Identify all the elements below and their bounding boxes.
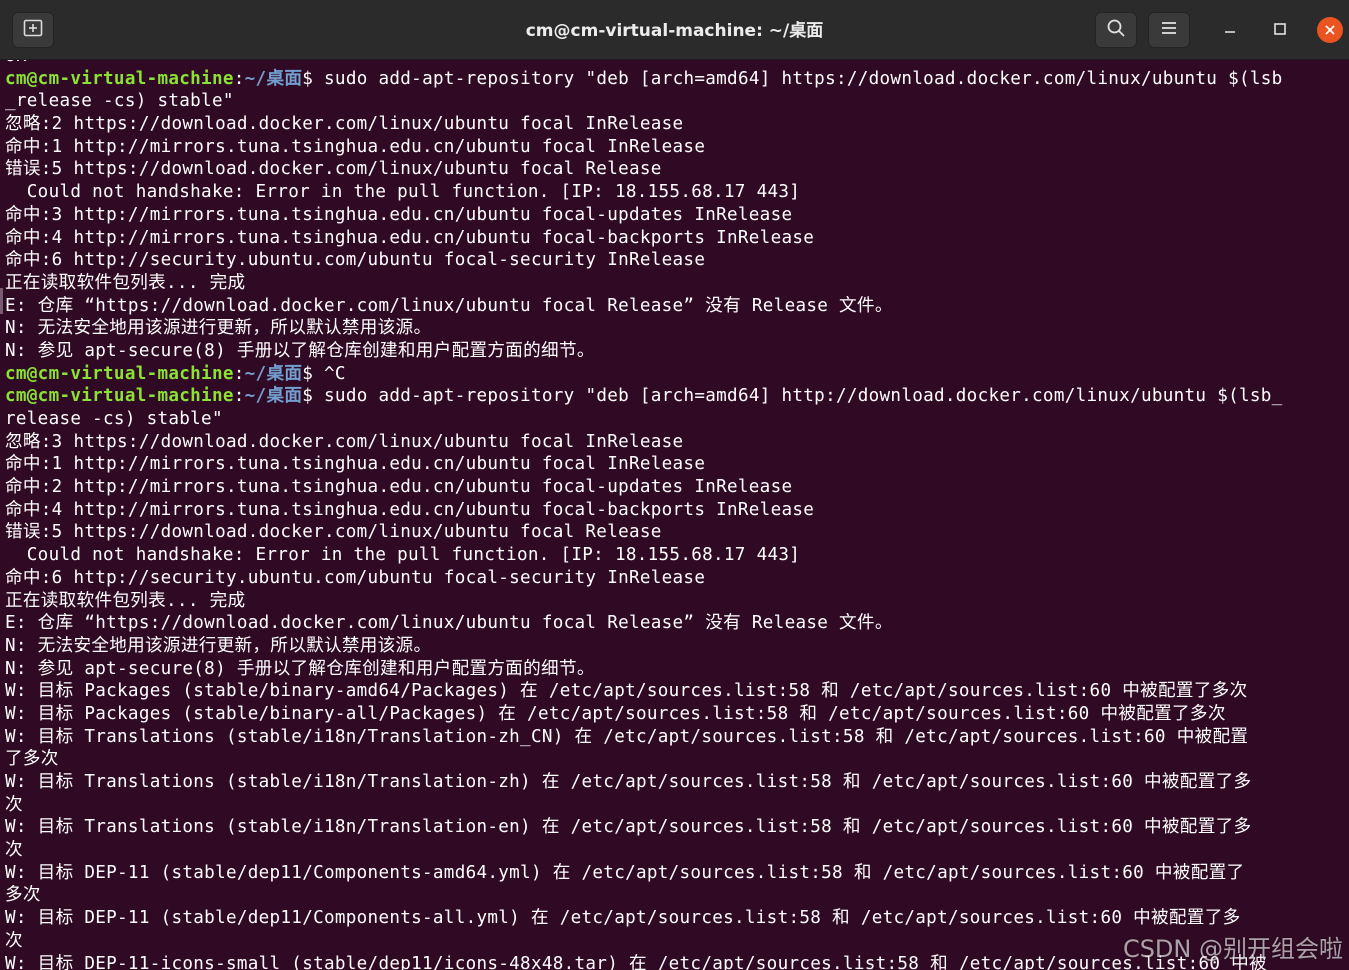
output-line: W: 目标 Translations (stable/i18n/Translat… <box>5 772 1252 792</box>
prompt-colon: : <box>233 386 245 407</box>
close-button[interactable] <box>1317 17 1343 43</box>
output-line: 正在读取软件包列表... 完成 <box>5 590 246 611</box>
output-line: W: 目标 Packages (stable/binary-amd64/Pack… <box>5 681 1248 702</box>
scroll-marker <box>0 288 3 314</box>
command-text: sudo add-apt-repository "deb [arch=amd64… <box>313 68 1283 89</box>
output-line: 命中:4 http://mirrors.tuna.tsinghua.edu.cn… <box>5 227 815 248</box>
output-line: OK <box>5 60 1343 68</box>
prompt-dollar: $ <box>302 363 314 384</box>
output-line: 错误:5 https://download.docker.com/linux/u… <box>5 159 662 180</box>
output-line: 正在读取软件包列表... 完成 <box>5 272 246 293</box>
prompt-user: cm@cm-virtual-machine <box>5 68 234 89</box>
output-line: W: 目标 DEP-11 (stable/dep11/Components-am… <box>5 862 1245 883</box>
close-icon <box>1317 17 1343 43</box>
maximize-button[interactable] <box>1267 17 1293 43</box>
prompt-line: cm@cm-virtual-machine:~/桌面$ sudo add-apt… <box>5 68 1343 91</box>
output-line: 了多次 <box>5 749 59 770</box>
prompt-dollar: $ <box>302 68 314 89</box>
output-line: E: 仓库 “https://download.docker.com/linux… <box>5 295 893 316</box>
output-line: N: 参见 apt-secure(8) 手册以了解仓库创建和用户配置方面的细节。 <box>5 340 595 361</box>
window-title: cm@cm-virtual-machine: ~/桌面 <box>525 21 824 41</box>
output-line: 错误:5 https://download.docker.com/linux/u… <box>5 522 662 543</box>
minimize-button[interactable] <box>1217 17 1243 43</box>
output-line: 忽略:3 https://download.docker.com/linux/u… <box>5 431 684 452</box>
output-line: 命中:1 http://mirrors.tuna.tsinghua.edu.cn… <box>5 136 706 157</box>
output-line: 命中:3 http://mirrors.tuna.tsinghua.edu.cn… <box>5 204 793 225</box>
prompt-line: cm@cm-virtual-machine:~/桌面$ sudo add-apt… <box>5 385 1343 408</box>
output-line: 次 <box>5 794 23 815</box>
title-bar: cm@cm-virtual-machine: ~/桌面 <box>0 0 1349 60</box>
menu-button[interactable] <box>1148 12 1190 48</box>
output-line: release -cs) stable" <box>5 409 223 429</box>
output-line: 次 <box>5 840 23 861</box>
output-line: W: 目标 Packages (stable/binary-all/Packag… <box>5 703 1226 724</box>
search-icon <box>1106 18 1126 42</box>
prompt-path: ~/桌面 <box>244 68 303 89</box>
prompt-user: cm@cm-virtual-machine <box>5 363 234 384</box>
output-line: _release -cs) stable" <box>5 91 234 112</box>
terminal-output[interactable]: OKcm@cm-virtual-machine:~/桌面$ sudo add-a… <box>0 60 1349 970</box>
output-line: 多次 <box>5 885 41 906</box>
output-line: 命中:1 http://mirrors.tuna.tsinghua.edu.cn… <box>5 454 706 475</box>
output-line: Could not handshake: Error in the pull f… <box>5 545 801 566</box>
prompt-user: cm@cm-virtual-machine <box>5 386 234 407</box>
new-tab-button[interactable] <box>12 12 54 48</box>
output-line: N: 参见 apt-secure(8) 手册以了解仓库创建和用户配置方面的细节。 <box>5 658 595 679</box>
output-line: W: 目标 Translations (stable/i18n/Translat… <box>5 726 1249 747</box>
output-line: 忽略:2 https://download.docker.com/linux/u… <box>5 114 684 135</box>
hamburger-menu-icon <box>1160 20 1178 40</box>
output-line: Could not handshake: Error in the pull f… <box>5 182 801 203</box>
output-line: W: 目标 Translations (stable/i18n/Translat… <box>5 817 1252 838</box>
output-line: E: 仓库 “https://download.docker.com/linux… <box>5 613 893 634</box>
output-line: 命中:2 http://mirrors.tuna.tsinghua.edu.cn… <box>5 477 793 498</box>
output-line: N: 无法安全地用该源进行更新，所以默认禁用该源。 <box>5 635 432 656</box>
output-line: N: 无法安全地用该源进行更新，所以默认禁用该源。 <box>5 318 432 339</box>
output-line: W: 目标 DEP-11 (stable/dep11/Components-al… <box>5 908 1241 929</box>
prompt-line: cm@cm-virtual-machine:~/桌面$ ^C <box>5 363 1343 386</box>
output-line: 命中:6 http://security.ubuntu.com/ubuntu f… <box>5 250 706 271</box>
prompt-path: ~/桌面 <box>244 363 303 384</box>
prompt-dollar: $ <box>302 386 314 407</box>
command-text: sudo add-apt-repository "deb [arch=amd64… <box>313 386 1283 407</box>
prompt-path: ~/桌面 <box>244 386 303 407</box>
maximize-icon <box>1273 21 1287 40</box>
terminal-lines: OKcm@cm-virtual-machine:~/桌面$ sudo add-a… <box>5 60 1343 970</box>
output-line: 命中:4 http://mirrors.tuna.tsinghua.edu.cn… <box>5 499 815 520</box>
minimize-icon <box>1223 21 1237 40</box>
output-line: 命中:6 http://security.ubuntu.com/ubuntu f… <box>5 567 706 588</box>
watermark: CSDN @别开组会啦 <box>1122 935 1343 963</box>
new-tab-icon <box>23 19 43 41</box>
prompt-colon: : <box>233 68 245 89</box>
search-button[interactable] <box>1095 12 1137 48</box>
command-text: ^C <box>313 363 346 384</box>
prompt-colon: : <box>233 363 245 384</box>
